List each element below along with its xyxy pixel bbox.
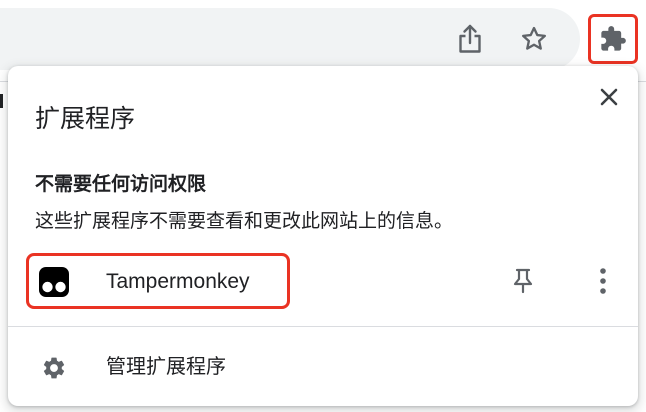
close-button[interactable] (595, 83, 623, 111)
extensions-button[interactable] (588, 14, 638, 64)
close-icon (600, 88, 618, 106)
page-content-edge (0, 94, 3, 108)
more-vert-icon (600, 268, 606, 294)
share-button[interactable] (448, 17, 492, 61)
gear-icon (43, 357, 65, 379)
panel-title: 扩展程序 (35, 105, 136, 133)
pin-extension-button[interactable] (508, 266, 538, 296)
divider (8, 326, 638, 327)
manage-extensions-button[interactable]: 管理扩展程序 (8, 336, 638, 398)
star-icon (521, 26, 547, 50)
address-bar[interactable] (0, 8, 580, 70)
pin-icon (513, 268, 533, 294)
extensions-menu: 扩展程序 不需要任何访问权限 这些扩展程序不需要查看和更改此网站上的信息。 Ta… (8, 66, 638, 406)
section-description: 这些扩展程序不需要查看和更改此网站上的信息。 (35, 211, 454, 232)
puzzle-piece-icon (601, 26, 626, 51)
extension-name[interactable]: Tampermonkey (106, 269, 250, 295)
extension-row: Tampermonkey (8, 249, 638, 315)
manage-extensions-label: 管理扩展程序 (106, 356, 226, 378)
section-heading: 不需要任何访问权限 (35, 174, 207, 195)
more-options-button[interactable] (588, 265, 618, 297)
bookmark-star-button[interactable] (512, 17, 556, 61)
share-icon (459, 24, 481, 53)
tampermonkey-icon (39, 267, 69, 297)
